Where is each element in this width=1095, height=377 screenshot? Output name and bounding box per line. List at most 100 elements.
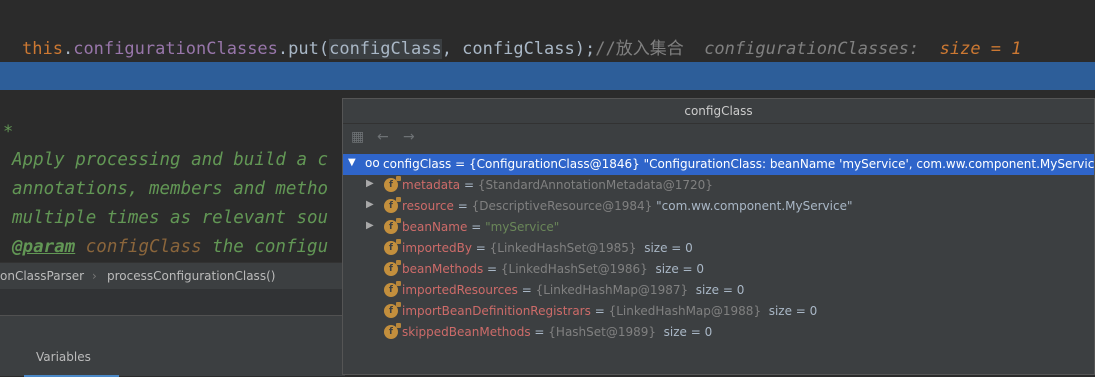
field-icon: f bbox=[384, 281, 401, 297]
field-value: size = 0 bbox=[636, 241, 693, 255]
breadcrumb-method[interactable]: processConfigurationClass() bbox=[107, 269, 275, 283]
field-icon: f bbox=[384, 176, 401, 192]
equals: = bbox=[517, 283, 536, 297]
lock-icon bbox=[396, 323, 401, 328]
lock-icon bbox=[396, 218, 401, 223]
doc-param-desc: the configu bbox=[212, 237, 329, 257]
tab-variables[interactable]: Variables bbox=[24, 345, 119, 377]
lock-icon bbox=[396, 281, 401, 286]
inline-debug-value: size = 1 bbox=[939, 39, 1022, 59]
field-icon: f bbox=[384, 218, 401, 234]
popup-toolbar: ▦ ← → bbox=[343, 124, 1094, 152]
breadcrumb-class[interactable]: onClassParser bbox=[0, 269, 84, 283]
field-type: {HashSet@1989} bbox=[548, 325, 657, 339]
field-type: {LinkedHashMap@1988} bbox=[608, 304, 762, 318]
tree-row-field[interactable]: f importBeanDefinitionRegistrars = {Linke… bbox=[343, 301, 1094, 322]
field-icon: f bbox=[384, 197, 401, 213]
doc-line: multiple times as relevant sou bbox=[12, 208, 329, 228]
tree-row-field[interactable]: ▶ f metadata = {StandardAnnotationMetadata… bbox=[343, 175, 1094, 196]
doc-param-tag: @param bbox=[12, 237, 76, 257]
field-name: skippedBeanMethods bbox=[402, 325, 531, 339]
root-type: {ConfigurationClass@1846} bbox=[468, 157, 640, 171]
field-name: beanMethods bbox=[402, 262, 484, 276]
field-reference: configurationClasses bbox=[73, 39, 278, 59]
field-text: beanName = "myService" bbox=[402, 220, 559, 234]
field-icon: f bbox=[384, 323, 401, 339]
field-value: size = 0 bbox=[656, 325, 713, 339]
root-value: "ConfigurationClass: beanName 'myService… bbox=[639, 157, 1095, 171]
field-text: beanMethods = {LinkedHashSet@1986} size … bbox=[402, 262, 704, 276]
field-text: resource = {DescriptiveResource@1984} "c… bbox=[402, 199, 852, 213]
lock-icon bbox=[396, 239, 401, 244]
field-icon: f bbox=[384, 260, 401, 276]
field-text: importBeanDefinitionRegistrars = {Linked… bbox=[402, 304, 817, 318]
doc-line: Apply processing and build a c bbox=[12, 150, 329, 170]
expand-icon[interactable]: ▶ bbox=[366, 220, 374, 231]
equals: = bbox=[530, 325, 549, 339]
field-type: {LinkedHashSet@1986} bbox=[500, 262, 648, 276]
code-line[interactable]: this.configurationClasses.put(configClas… bbox=[22, 34, 1022, 59]
equals: = bbox=[471, 241, 490, 255]
root-text: configClass = {ConfigurationClass@1846} … bbox=[383, 157, 1095, 171]
tree-row-field[interactable]: f importedResources = {LinkedHashMap@1987… bbox=[343, 280, 1094, 301]
tree-row-field[interactable]: f importedBy = {LinkedHashSet@1985} size … bbox=[343, 238, 1094, 259]
call-tail: , configClass); bbox=[441, 39, 596, 59]
field-text: importedBy = {LinkedHashSet@1985} size =… bbox=[402, 241, 693, 255]
doc-star: * bbox=[3, 122, 14, 142]
lock-icon bbox=[396, 197, 401, 202]
tree-row-field[interactable]: f beanMethods = {LinkedHashSet@1986} size… bbox=[343, 259, 1094, 280]
editor-doc-area[interactable]: Apply processing and build a c annotatio… bbox=[0, 90, 345, 260]
tool-window-gutter bbox=[0, 345, 25, 375]
field-icon: f bbox=[384, 302, 401, 318]
tree-row-field[interactable]: ▶ f beanName = "myService" bbox=[343, 217, 1094, 238]
doc-line: annotations, members and metho bbox=[12, 179, 329, 199]
equals: = bbox=[467, 220, 486, 234]
tab-variables-label: Variables bbox=[36, 350, 91, 364]
expand-icon[interactable]: ▶ bbox=[366, 178, 374, 189]
field-type: {LinkedHashMap@1987} bbox=[535, 283, 689, 297]
execution-line-highlight bbox=[0, 62, 1095, 90]
dot: . bbox=[62, 39, 74, 59]
equals: = bbox=[460, 178, 478, 192]
root-name: configClass bbox=[383, 157, 452, 171]
breadcrumb-separator: › bbox=[92, 269, 97, 283]
field-text: skippedBeanMethods = {HashSet@1989} size… bbox=[402, 325, 712, 339]
keyword-this: this bbox=[22, 39, 63, 59]
doc-param-name: configClass bbox=[85, 237, 202, 257]
watch-icon[interactable]: ▦ bbox=[351, 129, 364, 145]
forward-icon[interactable]: → bbox=[403, 129, 415, 145]
tree-row-field[interactable]: ▶ f resource = {DescriptiveResource@1984} … bbox=[343, 196, 1094, 217]
field-value: size = 0 bbox=[761, 304, 818, 318]
popup-title[interactable]: configClass bbox=[343, 99, 1094, 124]
breadcrumb: onClassParser › processConfigurationClas… bbox=[0, 262, 345, 289]
tree-row-root[interactable]: ▼ oo configClass = {ConfigurationClass@1… bbox=[343, 154, 1095, 175]
equals: = bbox=[453, 199, 472, 213]
glasses-icon: oo bbox=[365, 156, 380, 170]
field-text: metadata = {StandardAnnotationMetadata@1… bbox=[402, 178, 713, 192]
equals: = bbox=[590, 304, 609, 318]
field-type: {StandardAnnotationMetadata@1720} bbox=[477, 178, 713, 192]
lock-icon bbox=[396, 176, 401, 181]
field-name: beanName bbox=[402, 220, 468, 234]
tree-row-field[interactable]: f skippedBeanMethods = {HashSet@1989} siz… bbox=[343, 322, 1094, 343]
field-value: "myService" bbox=[485, 220, 560, 234]
field-name: resource bbox=[402, 199, 454, 213]
doc-param-line: @param configClass the configu bbox=[12, 237, 328, 257]
editor-footer bbox=[0, 289, 345, 315]
method-call: .put( bbox=[277, 39, 330, 59]
argument-highlight: configClass bbox=[329, 39, 442, 59]
collapse-icon[interactable]: ▼ bbox=[348, 157, 356, 168]
equals: = bbox=[451, 157, 469, 171]
field-value: size = 0 bbox=[688, 283, 745, 297]
lock-icon bbox=[396, 302, 401, 307]
field-value: size = 0 bbox=[647, 262, 705, 276]
code-comment: //放入集合 bbox=[595, 39, 684, 59]
inspect-popup: configClass ▦ ← → ▼ oo configClass = {Co… bbox=[342, 98, 1095, 375]
back-icon[interactable]: ← bbox=[377, 129, 389, 145]
field-icon: f bbox=[384, 239, 401, 255]
field-name: importBeanDefinitionRegistrars bbox=[402, 304, 591, 318]
field-text: importedResources = {LinkedHashMap@1987}… bbox=[402, 283, 744, 297]
equals: = bbox=[483, 262, 501, 276]
field-name: metadata bbox=[402, 178, 461, 192]
expand-icon[interactable]: ▶ bbox=[366, 199, 374, 210]
